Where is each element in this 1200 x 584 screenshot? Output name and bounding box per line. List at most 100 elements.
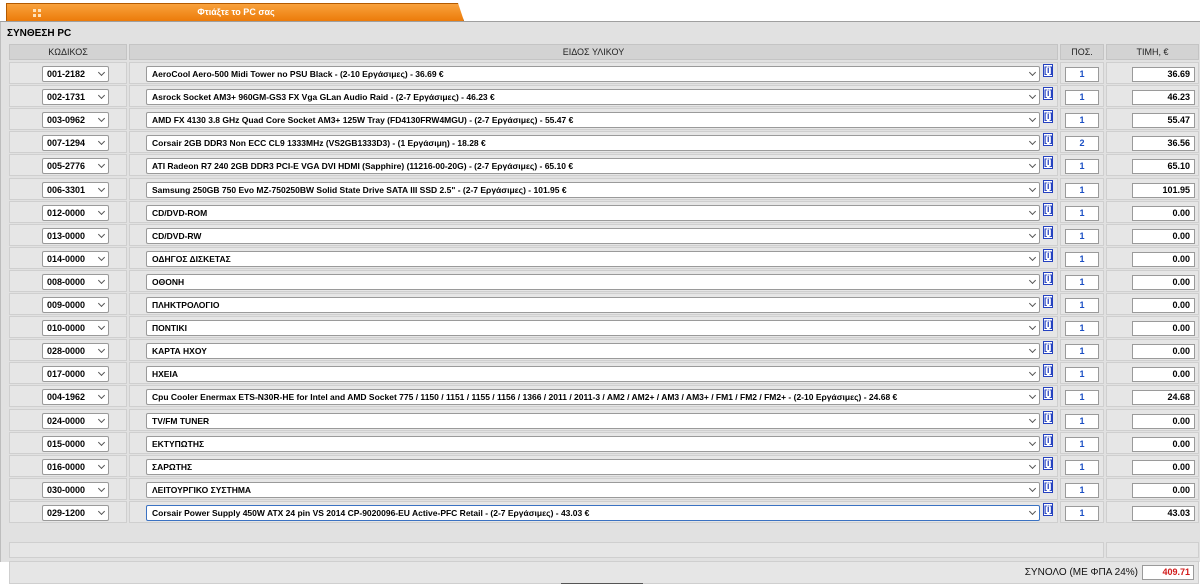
- item-select[interactable]: ΛΕΙΤΟΥΡΓΙΚΟ ΣΥΣΤΗΜΑ: [146, 481, 1040, 498]
- item-value: ATI Radeon R7 240 2GB DDR3 PCI-E VGA DVI…: [152, 161, 574, 172]
- qty-input[interactable]: 1: [1065, 228, 1099, 244]
- info-icon[interactable]: [i]: [1043, 479, 1053, 493]
- item-select[interactable]: ΚΑΡΤΑ ΗΧΟΥ: [146, 343, 1040, 360]
- info-icon[interactable]: [i]: [1043, 64, 1053, 77]
- qty-input[interactable]: 1: [1065, 182, 1099, 198]
- code-select[interactable]: 009-0000: [42, 297, 109, 313]
- item-select[interactable]: Corsair 2GB DDR3 Non ECC CL9 1333MHz (VS…: [146, 135, 1040, 152]
- info-icon[interactable]: [i]: [1043, 502, 1053, 516]
- item-select[interactable]: ΠΛΗΚΤΡΟΛΟΓΙΟ: [146, 297, 1040, 313]
- item-select[interactable]: CD/DVD-ROM: [146, 204, 1040, 221]
- code-select[interactable]: 001-2182: [42, 66, 109, 82]
- code-select[interactable]: 003-0962: [42, 112, 109, 129]
- info-icon[interactable]: [i]: [1043, 387, 1053, 401]
- price-cell: 101.95: [1106, 177, 1199, 200]
- code-select[interactable]: 015-0000: [42, 435, 109, 452]
- info-icon[interactable]: [i]: [1043, 225, 1053, 239]
- chevron-down-icon: [97, 299, 106, 308]
- info-icon[interactable]: [i]: [1043, 364, 1053, 378]
- item-select[interactable]: TV/FM TUNER: [146, 412, 1040, 429]
- qty-input[interactable]: 1: [1065, 159, 1099, 175]
- item-select[interactable]: Samsung 250GB 750 Evo MZ-750250BW Solid …: [146, 181, 1040, 198]
- item-select[interactable]: ΠΟΝΤΙΚΙ: [146, 320, 1040, 337]
- item-cell: ΠΟΝΤΙΚΙ [i]: [129, 316, 1058, 339]
- code-select[interactable]: 016-0000: [42, 458, 109, 475]
- code-select[interactable]: 024-0000: [42, 412, 109, 429]
- info-icon[interactable]: [i]: [1043, 318, 1053, 332]
- code-select[interactable]: 005-2776: [42, 158, 109, 175]
- info-icon[interactable]: [i]: [1043, 248, 1053, 262]
- item-value: ΗΧΕΙΑ: [152, 369, 178, 380]
- item-select[interactable]: AMD FX 4130 3.8 GHz Quad Core Socket AM3…: [146, 112, 1040, 129]
- code-select[interactable]: 013-0000: [42, 227, 109, 244]
- code-select[interactable]: 028-0000: [42, 343, 109, 360]
- code-value: 010-0000: [47, 323, 86, 334]
- item-select[interactable]: Corsair Power Supply 450W ATX 24 pin VS …: [146, 504, 1040, 521]
- code-select[interactable]: 017-0000: [42, 366, 109, 383]
- qty-input[interactable]: 2: [1065, 136, 1099, 152]
- code-select[interactable]: 004-1962: [42, 389, 109, 406]
- qty-input[interactable]: 1: [1065, 113, 1099, 129]
- qty-input[interactable]: 1: [1065, 505, 1099, 521]
- tab-build-pc[interactable]: Φτιάξτε το PC σας: [6, 3, 464, 21]
- item-select[interactable]: Asrock Socket AM3+ 960GM-GS3 FX Vga GLan…: [146, 89, 1040, 106]
- info-icon[interactable]: [i]: [1043, 295, 1053, 308]
- qty-input[interactable]: 1: [1065, 321, 1099, 337]
- qty-input[interactable]: 1: [1065, 413, 1099, 429]
- item-value: ΛΕΙΤΟΥΡΓΙΚΟ ΣΥΣΤΗΜΑ: [152, 484, 252, 495]
- qty-input[interactable]: 1: [1065, 298, 1099, 313]
- item-cell: Samsung 250GB 750 Evo MZ-750250BW Solid …: [129, 177, 1058, 200]
- qty-input[interactable]: 1: [1065, 459, 1099, 475]
- code-select[interactable]: 012-0000: [42, 204, 109, 221]
- code-select[interactable]: 008-0000: [42, 273, 109, 290]
- item-select[interactable]: ΕΚΤΥΠΩΤΗΣ: [146, 435, 1040, 452]
- component-row: 012-0000 CD/DVD-ROM [i] 1 0.00: [1, 200, 1200, 223]
- qty-input[interactable]: 1: [1065, 390, 1099, 406]
- info-icon[interactable]: [i]: [1043, 456, 1053, 470]
- item-select[interactable]: ΣΑΡΩΤΗΣ: [146, 458, 1040, 475]
- info-icon[interactable]: [i]: [1043, 271, 1053, 285]
- qty-input[interactable]: 1: [1065, 90, 1099, 106]
- item-cell: AeroCool Aero-500 Midi Tower no PSU Blac…: [129, 62, 1058, 84]
- chevron-down-icon: [97, 68, 106, 77]
- item-select[interactable]: ΟΘΟΝΗ: [146, 273, 1040, 290]
- item-select[interactable]: ΗΧΕΙΑ: [146, 366, 1040, 383]
- info-icon[interactable]: [i]: [1043, 341, 1053, 355]
- code-select[interactable]: 006-3301: [42, 181, 109, 198]
- qty-input[interactable]: 1: [1065, 436, 1099, 452]
- code-value: 016-0000: [47, 461, 86, 472]
- code-select[interactable]: 002-1731: [42, 89, 109, 106]
- section-title: ΣΥΝΘΕΣΗ PC: [7, 28, 72, 39]
- info-icon[interactable]: [i]: [1043, 179, 1053, 193]
- code-select[interactable]: 014-0000: [42, 250, 109, 267]
- qty-input[interactable]: 1: [1065, 482, 1099, 498]
- code-select[interactable]: 010-0000: [42, 320, 109, 337]
- qty-input[interactable]: 1: [1065, 251, 1099, 267]
- info-icon[interactable]: [i]: [1043, 433, 1053, 447]
- item-select[interactable]: ΟΔΗΓΟΣ ΔΙΣΚΕΤΑΣ: [146, 250, 1040, 267]
- info-icon[interactable]: [i]: [1043, 156, 1053, 170]
- item-select[interactable]: Cpu Cooler Enermax ETS-N30R-HE for Intel…: [146, 389, 1040, 406]
- item-cell: Asrock Socket AM3+ 960GM-GS3 FX Vga GLan…: [129, 85, 1058, 108]
- price-field: 0.00: [1132, 459, 1195, 475]
- qty-input[interactable]: 1: [1065, 367, 1099, 383]
- code-select[interactable]: 030-0000: [42, 481, 109, 498]
- info-icon[interactable]: [i]: [1043, 410, 1053, 424]
- item-select[interactable]: ATI Radeon R7 240 2GB DDR3 PCI-E VGA DVI…: [146, 158, 1040, 175]
- info-icon[interactable]: [i]: [1043, 87, 1053, 101]
- qty-input[interactable]: 1: [1065, 344, 1099, 360]
- info-icon[interactable]: [i]: [1043, 133, 1053, 147]
- info-icon[interactable]: [i]: [1043, 110, 1053, 124]
- component-row: 028-0000 ΚΑΡΤΑ ΗΧΟΥ [i] 1 0.00: [1, 339, 1200, 362]
- code-select[interactable]: 029-1200: [42, 504, 109, 521]
- info-icon[interactable]: [i]: [1043, 202, 1053, 216]
- qty-input[interactable]: 1: [1065, 205, 1099, 221]
- qty-input[interactable]: 1: [1065, 274, 1099, 290]
- qty-input[interactable]: 1: [1065, 67, 1099, 82]
- code-cell: 008-0000: [9, 269, 127, 292]
- item-select[interactable]: AeroCool Aero-500 Midi Tower no PSU Blac…: [146, 66, 1040, 82]
- component-row: 002-1731 Asrock Socket AM3+ 960GM-GS3 FX …: [1, 85, 1200, 108]
- item-select[interactable]: CD/DVD-RW: [146, 227, 1040, 244]
- chevron-down-icon: [97, 484, 106, 492]
- code-select[interactable]: 007-1294: [42, 135, 109, 152]
